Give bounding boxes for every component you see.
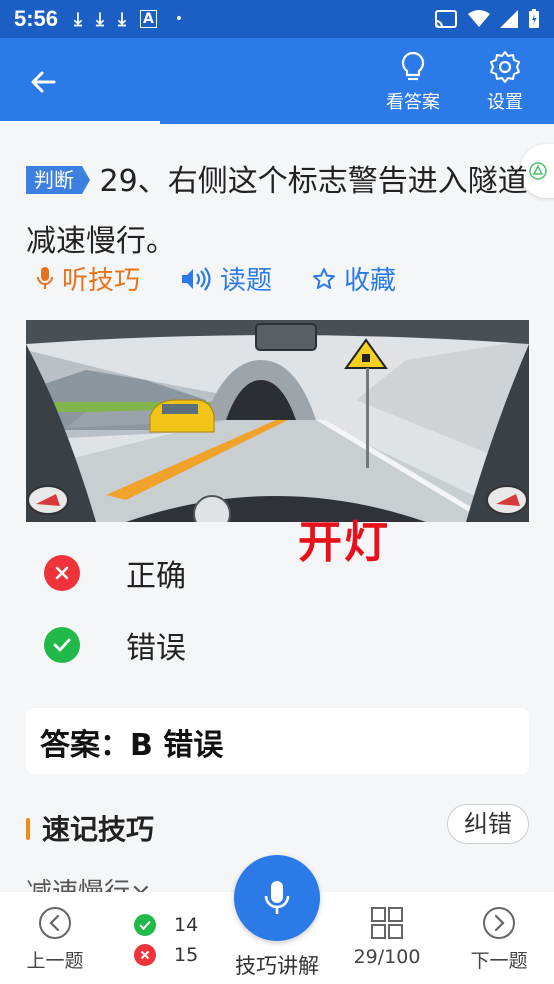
question-grid-button[interactable]: 29/100 <box>342 906 432 968</box>
chevron-right-circle-icon <box>483 907 515 939</box>
listen-tip-button[interactable]: 听技巧 <box>36 260 140 297</box>
listen-tip-label: 听技巧 <box>62 266 141 296</box>
question-text: 29、右侧这个标志警告进入隧道减速慢行。 <box>26 164 528 259</box>
microphone-icon <box>37 266 53 289</box>
prev-question-label: 上一题 <box>26 950 84 972</box>
grid-icon <box>371 907 403 939</box>
question-image <box>26 320 529 522</box>
download-icon: ⤓ <box>74 8 83 30</box>
answer-text: 答案：B 错误 <box>40 728 224 763</box>
answer-card: 答案：B 错误 <box>26 708 529 774</box>
explain-label: 技巧讲解 <box>235 954 319 978</box>
status-bar: 5:56 ⤓ ⤓ ⤓ A • <box>0 0 554 38</box>
option-label: 错误 <box>126 631 186 666</box>
settings-label: 设置 <box>487 92 523 113</box>
tips-header: 速记技巧 纠错 <box>26 804 529 848</box>
chevron-left-circle-icon <box>39 907 71 939</box>
next-question-button[interactable]: 下一题 <box>454 906 544 973</box>
microphone-icon <box>264 881 290 914</box>
download-icon: ⤓ <box>96 8 104 30</box>
show-answer-button[interactable]: 看答案 <box>378 50 448 114</box>
notification-dot: • <box>174 11 184 27</box>
answer-counts[interactable]: 14 15 <box>134 910 198 970</box>
wrong-count: 15 <box>174 944 199 966</box>
question-content[interactable]: 判断 29、右侧这个标志警告进入隧道减速慢行。 听技巧 读题 收藏 开灯 正确 … <box>0 124 554 892</box>
option-true[interactable]: 正确 <box>44 548 524 598</box>
question-text-block: 判断 29、右侧这个标志警告进入隧道减速慢行。 <box>26 152 536 272</box>
cast-icon <box>435 10 457 28</box>
star-icon <box>313 267 336 289</box>
notification-icon: A <box>139 10 157 28</box>
option-false[interactable]: 错误 <box>44 620 524 670</box>
status-time: 5:56 <box>14 6 59 31</box>
next-question-label: 下一题 <box>470 950 528 972</box>
signal-icon <box>500 10 518 28</box>
question-type-tag: 判断 <box>26 166 90 194</box>
section-accent-bar <box>26 818 30 840</box>
progress-label: 29/100 <box>353 946 421 968</box>
download-icon: ⤓ <box>117 8 126 30</box>
tips-preview-text: 减速慢行× <box>26 872 152 892</box>
settings-button[interactable]: 设置 <box>470 50 540 114</box>
explain-mic-button[interactable] <box>234 855 320 941</box>
report-error-button[interactable]: 纠错 <box>447 804 529 844</box>
favorite-button[interactable]: 收藏 <box>312 260 396 297</box>
prev-question-button[interactable]: 上一题 <box>10 906 100 973</box>
back-arrow-icon[interactable] <box>24 62 64 102</box>
show-answer-label: 看答案 <box>386 92 440 113</box>
wrong-mark-icon <box>44 555 80 591</box>
speaker-icon <box>182 266 211 291</box>
question-actions: 听技巧 读题 收藏 <box>36 260 396 297</box>
check-mark-icon <box>44 627 80 663</box>
gear-icon <box>490 51 520 83</box>
correct-count-icon <box>134 914 156 936</box>
correct-count: 14 <box>174 914 199 936</box>
read-question-button[interactable]: 读题 <box>180 260 272 297</box>
battery-icon <box>529 9 539 28</box>
tips-title: 速记技巧 <box>42 813 155 846</box>
lightbulb-icon <box>401 51 425 81</box>
wifi-icon <box>468 10 490 27</box>
wrong-count-icon <box>134 944 156 966</box>
read-question-label: 读题 <box>220 266 273 296</box>
app-bar: 看答案 设置 <box>0 38 554 124</box>
favorite-label: 收藏 <box>344 266 397 296</box>
option-label: 正确 <box>126 559 186 594</box>
